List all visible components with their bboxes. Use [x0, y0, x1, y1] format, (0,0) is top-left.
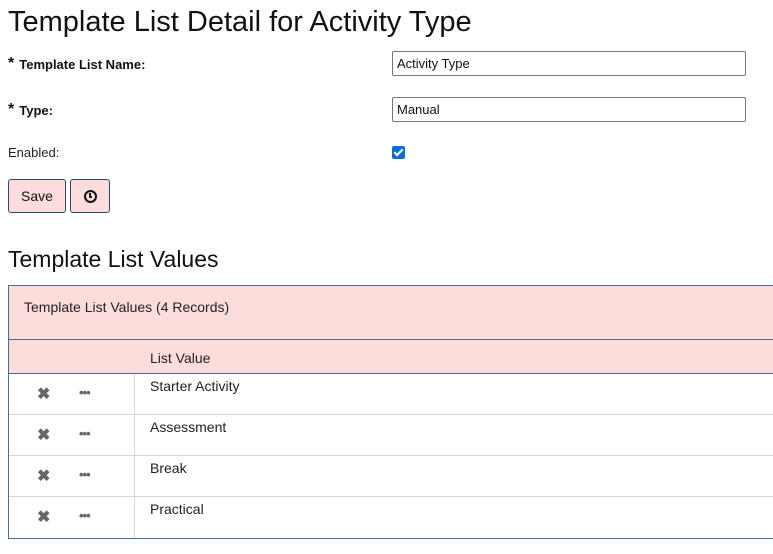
history-button[interactable]	[70, 179, 110, 213]
required-marker: *	[8, 101, 15, 118]
clock-icon	[83, 189, 97, 203]
save-button[interactable]: Save	[8, 179, 66, 213]
page-title: Template List Detail for Activity Type	[8, 6, 472, 38]
column-divider	[134, 374, 135, 414]
table-row: ✖ ••• Practical	[9, 497, 773, 538]
table-row: ✖ ••• Break	[9, 456, 773, 497]
delete-icon[interactable]: ✖	[37, 510, 50, 526]
more-options-icon[interactable]: •••	[79, 468, 91, 481]
more-options-icon[interactable]: •••	[79, 386, 91, 399]
more-options-icon[interactable]: •••	[79, 509, 91, 522]
section-title: Template List Values	[8, 246, 219, 272]
panel-header: Template List Values (4 Records)	[9, 286, 773, 340]
template-list-values-panel: Template List Values (4 Records) List Va…	[8, 285, 773, 539]
type-label: * Type:	[8, 101, 53, 118]
column-header-list-value[interactable]: List Value	[150, 350, 210, 366]
delete-icon[interactable]: ✖	[37, 428, 50, 444]
column-divider	[134, 415, 135, 455]
template-list-name-row: * Template List Name:	[8, 51, 768, 77]
list-value-cell: Assessment	[150, 419, 227, 435]
enabled-label: Enabled:	[8, 145, 60, 160]
column-divider	[134, 497, 135, 538]
enabled-checkbox[interactable]	[392, 146, 405, 159]
table-row: ✖ ••• Assessment	[9, 415, 773, 456]
enabled-row: Enabled:	[8, 144, 768, 164]
list-value-cell: Practical	[150, 501, 204, 517]
type-row: * Type:	[8, 97, 768, 123]
template-list-name-input[interactable]	[392, 51, 746, 76]
more-options-icon[interactable]: •••	[79, 427, 91, 440]
column-header-row: List Value	[9, 340, 773, 374]
type-input[interactable]	[392, 97, 746, 122]
list-value-cell: Starter Activity	[150, 378, 240, 394]
template-list-name-label: * Template List Name:	[8, 55, 146, 72]
delete-icon[interactable]: ✖	[37, 469, 50, 485]
delete-icon[interactable]: ✖	[37, 387, 50, 403]
list-value-cell: Break	[150, 460, 187, 476]
table-row: ✖ ••• Starter Activity	[9, 374, 773, 415]
required-marker: *	[8, 55, 15, 72]
column-divider	[134, 456, 135, 496]
